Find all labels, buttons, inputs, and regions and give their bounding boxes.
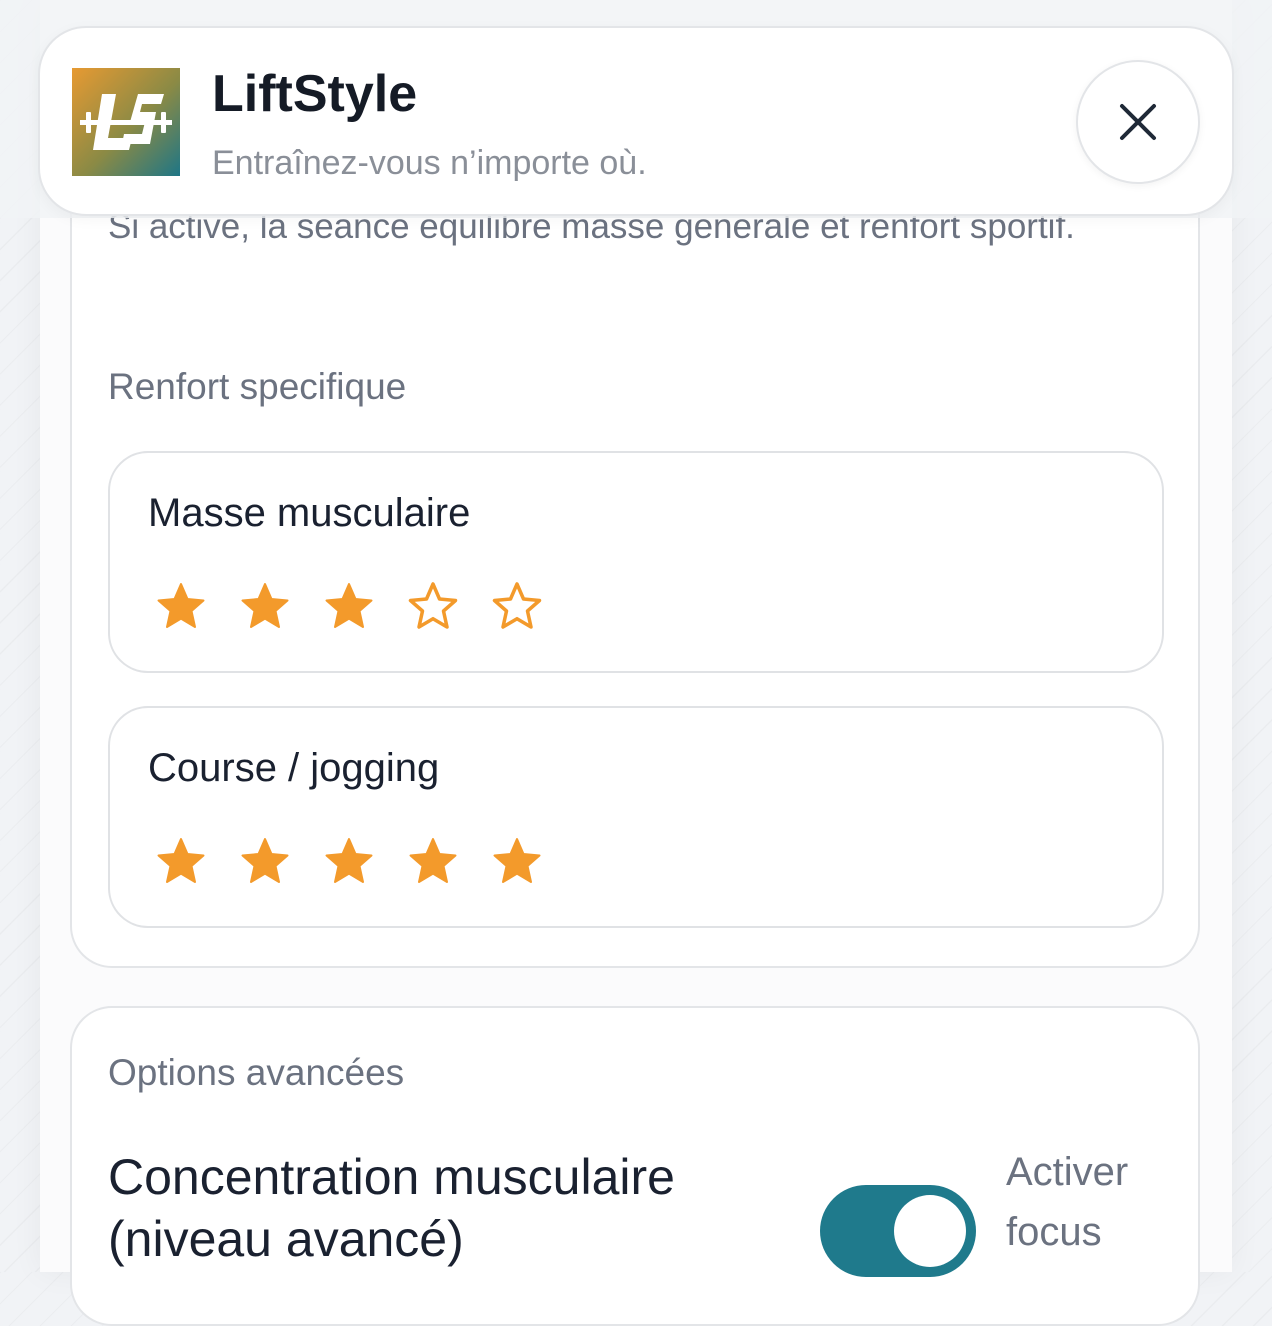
advanced-section-label: Options avancées <box>108 1052 405 1093</box>
star-filled-icon[interactable] <box>238 835 292 889</box>
focus-option-title: Concentration musculaire (niveau avancé) <box>108 1149 675 1267</box>
focus-toggle[interactable] <box>820 1185 976 1277</box>
close-icon <box>1120 104 1156 140</box>
renfort-section-label: Renfort specifique <box>108 366 407 407</box>
sport-name: Masse musculaire <box>148 491 471 535</box>
star-filled-icon[interactable] <box>238 580 292 634</box>
star-rating[interactable] <box>154 580 544 634</box>
star-filled-icon[interactable] <box>154 580 208 634</box>
star-filled-icon[interactable] <box>154 835 208 889</box>
liftstyle-logo-icon <box>72 68 180 176</box>
star-filled-icon[interactable] <box>490 835 544 889</box>
star-rating[interactable] <box>154 835 544 889</box>
toggle-knob <box>894 1195 966 1267</box>
sport-card-course: Course / jogging <box>108 706 1164 928</box>
star-outline-icon[interactable] <box>490 580 544 634</box>
app-tagline: Entraînez-vous n’importe où. <box>212 144 647 182</box>
focus-toggle-label: Activer focus <box>1006 1150 1129 1254</box>
star-outline-icon[interactable] <box>406 580 460 634</box>
sport-name: Course / jogging <box>148 746 440 790</box>
app-title: LiftStyle <box>212 65 418 123</box>
close-button[interactable] <box>1076 60 1200 184</box>
sport-card-masse: Masse musculaire <box>108 451 1164 673</box>
star-filled-icon[interactable] <box>322 580 376 634</box>
star-filled-icon[interactable] <box>322 835 376 889</box>
app-header: LiftStyle Entraînez-vous n’importe où. <box>38 26 1234 216</box>
star-filled-icon[interactable] <box>406 835 460 889</box>
